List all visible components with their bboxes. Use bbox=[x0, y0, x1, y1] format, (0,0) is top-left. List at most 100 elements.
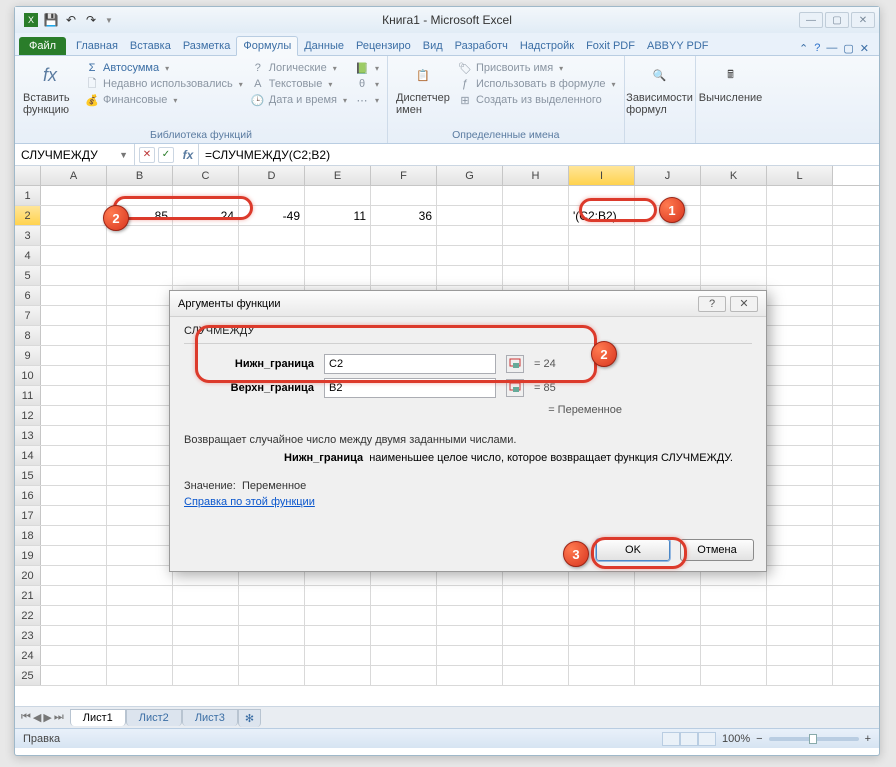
cell[interactable] bbox=[767, 426, 833, 445]
cell[interactable] bbox=[767, 586, 833, 605]
cell[interactable] bbox=[41, 586, 107, 605]
cell[interactable] bbox=[41, 486, 107, 505]
cell[interactable] bbox=[239, 226, 305, 245]
cell[interactable] bbox=[701, 666, 767, 685]
zoom-percent[interactable]: 100% bbox=[722, 733, 750, 745]
cell[interactable] bbox=[437, 666, 503, 685]
tab-home[interactable]: Главная bbox=[70, 37, 124, 55]
cell[interactable]: 36 bbox=[371, 206, 437, 225]
cell[interactable]: -49 bbox=[239, 206, 305, 225]
use-in-formula-button[interactable]: ƒИспользовать в формуле▾ bbox=[458, 76, 616, 92]
cell[interactable] bbox=[41, 406, 107, 425]
cell[interactable] bbox=[107, 366, 173, 385]
cell[interactable] bbox=[767, 526, 833, 545]
cell[interactable] bbox=[371, 266, 437, 285]
cell[interactable] bbox=[371, 246, 437, 265]
new-sheet-button[interactable]: ✻ bbox=[238, 709, 261, 727]
cell[interactable] bbox=[569, 266, 635, 285]
cell[interactable] bbox=[569, 226, 635, 245]
cell[interactable] bbox=[107, 246, 173, 265]
cell[interactable] bbox=[437, 646, 503, 665]
normal-view-button[interactable] bbox=[662, 732, 680, 746]
cell[interactable] bbox=[107, 526, 173, 545]
doc-close-icon[interactable]: ✕ bbox=[860, 42, 869, 55]
cell[interactable] bbox=[371, 186, 437, 205]
cell[interactable] bbox=[569, 646, 635, 665]
tab-insert[interactable]: Вставка bbox=[124, 37, 177, 55]
cell[interactable] bbox=[41, 526, 107, 545]
cell[interactable] bbox=[107, 486, 173, 505]
row-header-17[interactable]: 17 bbox=[15, 506, 41, 525]
datetime-button[interactable]: 🕒Дата и время▾ bbox=[251, 92, 347, 108]
cell[interactable] bbox=[41, 646, 107, 665]
cell[interactable] bbox=[437, 246, 503, 265]
cell[interactable] bbox=[503, 666, 569, 685]
cell[interactable] bbox=[767, 406, 833, 425]
recent-button[interactable]: 🗋Недавно использовались▾ bbox=[85, 76, 243, 92]
select-all-corner[interactable] bbox=[15, 166, 41, 185]
cell[interactable] bbox=[767, 466, 833, 485]
cell[interactable] bbox=[371, 646, 437, 665]
cell[interactable] bbox=[173, 606, 239, 625]
autosum-button[interactable]: ΣАвтосумма▾ bbox=[85, 60, 243, 76]
cell[interactable] bbox=[107, 346, 173, 365]
cell[interactable] bbox=[239, 586, 305, 605]
cell[interactable] bbox=[41, 606, 107, 625]
cell[interactable] bbox=[569, 606, 635, 625]
tab-file[interactable]: Файл bbox=[19, 37, 66, 55]
calculation-button[interactable]: 🖩 Вычисление bbox=[704, 60, 758, 141]
col-K[interactable]: K bbox=[701, 166, 767, 185]
row-header-18[interactable]: 18 bbox=[15, 526, 41, 545]
minimize-ribbon-icon[interactable]: ⌃ bbox=[799, 42, 808, 55]
cancel-button[interactable]: Отмена bbox=[680, 539, 754, 561]
cell[interactable] bbox=[41, 506, 107, 525]
cell[interactable] bbox=[437, 266, 503, 285]
cell[interactable] bbox=[635, 586, 701, 605]
dialog-close-button[interactable]: ✕ bbox=[730, 296, 758, 312]
cell[interactable] bbox=[503, 246, 569, 265]
row-header-6[interactable]: 6 bbox=[15, 286, 41, 305]
cell[interactable] bbox=[635, 226, 701, 245]
cell[interactable] bbox=[107, 286, 173, 305]
col-I[interactable]: I bbox=[569, 166, 635, 185]
ok-button[interactable]: OK bbox=[596, 539, 670, 561]
cell[interactable] bbox=[503, 206, 569, 225]
tab-abbyy[interactable]: ABBYY PDF bbox=[641, 37, 715, 55]
cell[interactable]: 24 bbox=[173, 206, 239, 225]
fx-icon-bar[interactable]: fx bbox=[178, 144, 198, 165]
cell[interactable] bbox=[41, 206, 107, 225]
cell[interactable] bbox=[41, 286, 107, 305]
cell[interactable] bbox=[635, 646, 701, 665]
row-header-15[interactable]: 15 bbox=[15, 466, 41, 485]
cell[interactable] bbox=[41, 446, 107, 465]
row-header-10[interactable]: 10 bbox=[15, 366, 41, 385]
cell[interactable] bbox=[107, 426, 173, 445]
cell[interactable] bbox=[41, 266, 107, 285]
row-header-19[interactable]: 19 bbox=[15, 546, 41, 565]
insert-function-button[interactable]: fx Вставить функцию bbox=[23, 60, 77, 127]
cell[interactable] bbox=[767, 446, 833, 465]
cell[interactable] bbox=[569, 666, 635, 685]
cell[interactable] bbox=[305, 266, 371, 285]
last-sheet-icon[interactable]: ⏭ bbox=[54, 711, 64, 724]
next-sheet-icon[interactable]: ▶ bbox=[43, 711, 51, 724]
cell[interactable] bbox=[305, 246, 371, 265]
minimize-button[interactable]: — bbox=[799, 12, 823, 28]
page-break-view-button[interactable] bbox=[698, 732, 716, 746]
cell[interactable] bbox=[107, 186, 173, 205]
cell[interactable] bbox=[239, 626, 305, 645]
qat-dropdown-icon[interactable]: ▼ bbox=[105, 16, 113, 25]
help-icon[interactable]: ? bbox=[814, 42, 820, 55]
name-manager-button[interactable]: 📋 Диспетчер имен bbox=[396, 60, 450, 127]
cell[interactable] bbox=[701, 646, 767, 665]
cell[interactable] bbox=[107, 266, 173, 285]
cell[interactable] bbox=[41, 546, 107, 565]
row-header-11[interactable]: 11 bbox=[15, 386, 41, 405]
cell[interactable] bbox=[371, 226, 437, 245]
cell[interactable] bbox=[371, 666, 437, 685]
cell[interactable] bbox=[437, 626, 503, 645]
close-button[interactable]: ✕ bbox=[851, 12, 875, 28]
tab-foxit[interactable]: Foxit PDF bbox=[580, 37, 641, 55]
arg-upper-input[interactable] bbox=[324, 378, 496, 398]
cell[interactable] bbox=[107, 566, 173, 585]
